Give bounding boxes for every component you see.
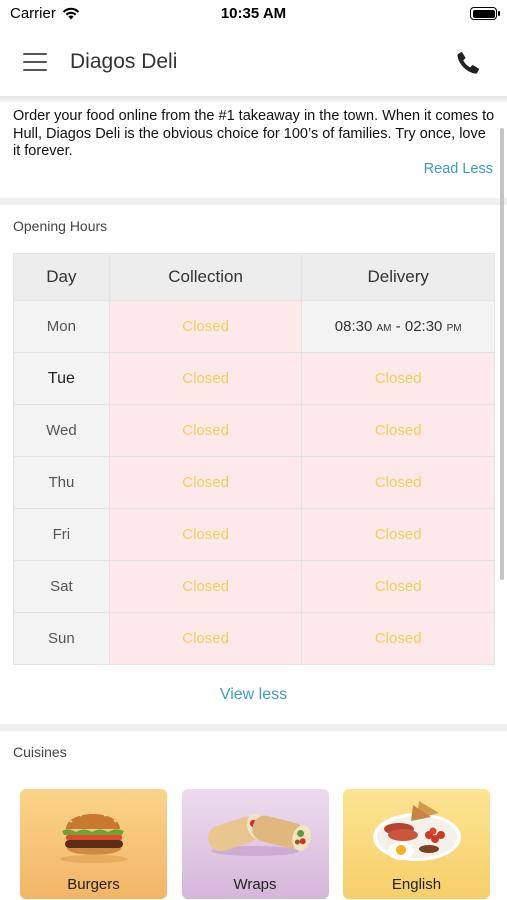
read-less-link[interactable]: Read Less <box>424 161 493 177</box>
delivery-start-suffix: AM <box>376 323 392 334</box>
table-row: Sun Closed Closed <box>13 612 495 665</box>
section-divider <box>0 198 507 205</box>
restaurant-title: Diagos Deli <box>70 50 178 73</box>
wrap-icon <box>207 813 311 856</box>
phone-icon[interactable] <box>455 50 481 76</box>
collection-cell: Closed <box>108 300 303 353</box>
burger-icon <box>60 812 128 863</box>
day-cell: Thu <box>13 456 110 509</box>
status-bar: Carrier 10:35 AM <box>0 0 507 30</box>
cuisine-label: Burgers <box>67 876 120 893</box>
hamburger-icon[interactable] <box>23 51 47 73</box>
day-cell: Sat <box>13 560 110 613</box>
view-less-link[interactable]: View less <box>0 686 507 704</box>
table-row: Wed Closed Closed <box>13 404 495 457</box>
delivery-cell: Closed <box>301 560 495 613</box>
about-text: Order your food online from the #1 takea… <box>13 108 495 159</box>
about-section: Order your food online from the #1 takea… <box>0 102 507 198</box>
cuisine-card-english[interactable]: English <box>343 789 490 899</box>
delivery-start: 08:30 <box>334 318 373 335</box>
cuisine-card-burgers[interactable]: Burgers <box>20 789 167 899</box>
delivery-cell: 08:30 AM - 02:30 PM <box>301 300 495 353</box>
collection-cell: Closed <box>108 404 303 457</box>
cuisines-list: Burgers Wraps English <box>20 789 490 900</box>
delivery-end-suffix: PM <box>446 323 462 334</box>
delivery-separator: - <box>391 318 405 335</box>
battery-icon <box>470 7 500 20</box>
table-row: Tue Closed Closed <box>13 352 495 405</box>
day-cell: Sun <box>13 612 110 665</box>
table-row: Fri Closed Closed <box>13 508 495 561</box>
collection-cell: Closed <box>108 456 303 509</box>
scrollbar[interactable] <box>500 128 504 580</box>
table-row: Mon Closed 08:30 AM - 02:30 PM <box>13 300 495 353</box>
delivery-cell: Closed <box>301 352 495 405</box>
collection-cell: Closed <box>108 612 303 665</box>
cuisine-card-wraps[interactable]: Wraps <box>181 789 329 899</box>
delivery-cell: Closed <box>301 404 495 457</box>
day-cell: Fri <box>13 508 110 561</box>
table-row: Sat Closed Closed <box>13 560 495 613</box>
english-breakfast-icon <box>373 801 461 861</box>
delivery-end: 02:30 <box>404 318 443 335</box>
cuisine-label: Wraps <box>233 876 277 893</box>
delivery-cell: Closed <box>301 612 495 665</box>
day-cell: Wed <box>13 404 110 457</box>
opening-hours-title: Opening Hours <box>13 218 108 234</box>
top-nav-bar: Diagos Deli <box>0 30 507 96</box>
day-cell: Mon <box>13 300 110 353</box>
delivery-cell: Closed <box>301 508 495 561</box>
table-header-row: Day Collection Delivery <box>13 253 495 301</box>
collection-cell: Closed <box>108 560 303 613</box>
collection-cell: Closed <box>108 508 303 561</box>
header-delivery: Delivery <box>301 253 495 301</box>
delivery-cell: Closed <box>301 456 495 509</box>
header-collection: Collection <box>108 253 303 301</box>
status-time: 10:35 AM <box>220 5 287 22</box>
opening-hours-table: Day Collection Delivery Mon Closed 08:30… <box>13 253 495 665</box>
cuisines-title: Cuisines <box>13 744 67 760</box>
section-divider <box>0 724 507 731</box>
header-day: Day <box>13 253 110 301</box>
day-cell: Tue <box>13 352 110 405</box>
cuisine-label: English <box>391 876 442 893</box>
table-row: Thu Closed Closed <box>13 456 495 509</box>
collection-cell: Closed <box>108 352 303 405</box>
